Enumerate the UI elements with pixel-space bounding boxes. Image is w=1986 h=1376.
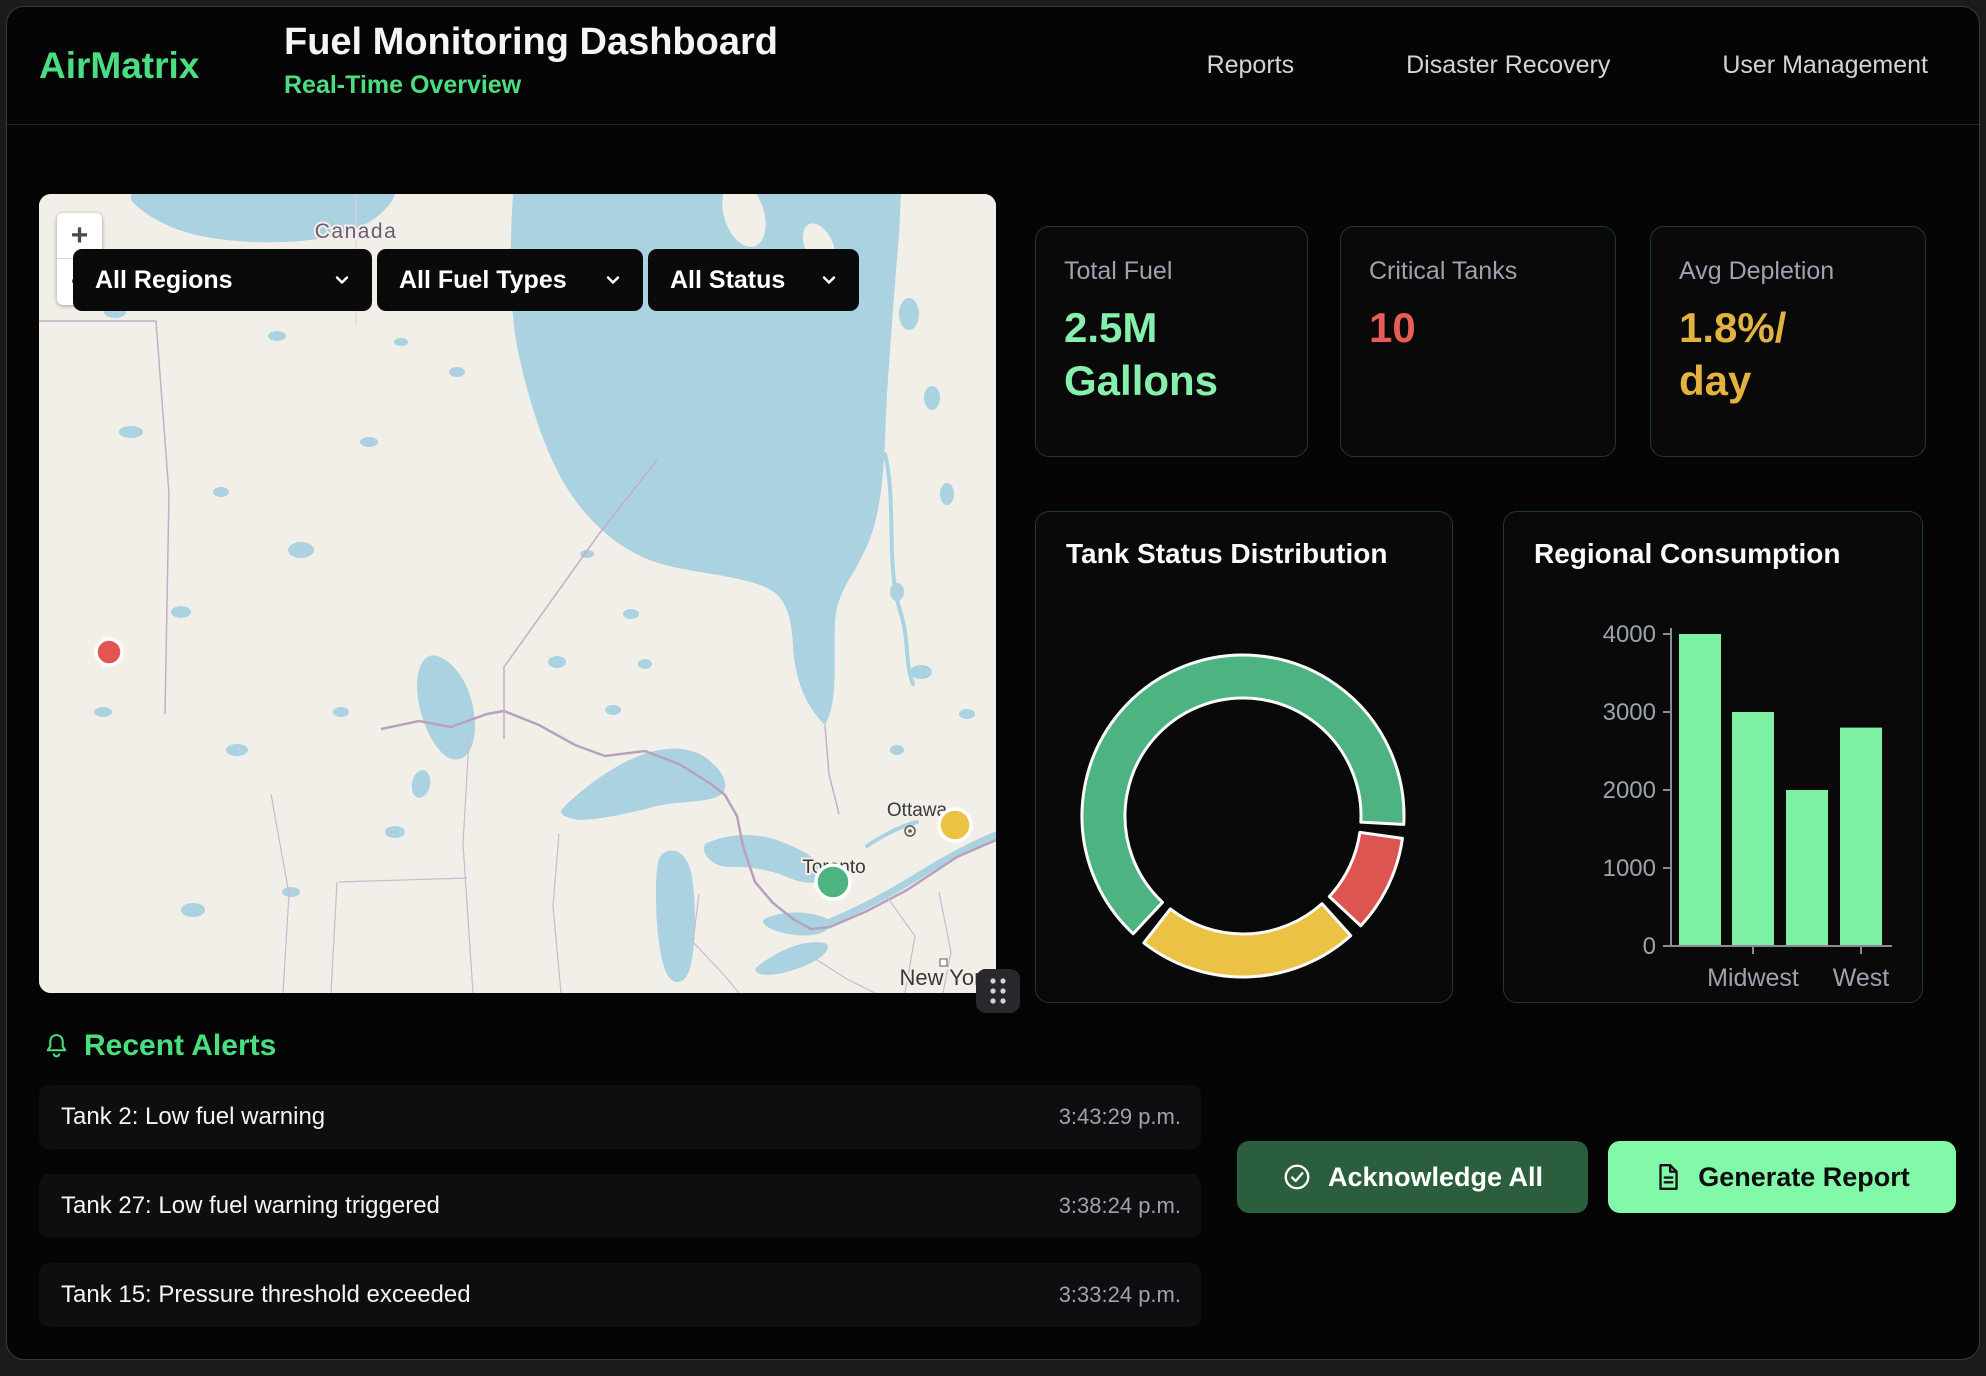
tank-marker-normal[interactable] bbox=[816, 865, 850, 899]
country-label: Canada bbox=[315, 220, 398, 243]
check-circle-icon bbox=[1282, 1162, 1312, 1192]
svg-text:2000: 2000 bbox=[1603, 777, 1656, 804]
app-logo: AirMatrix bbox=[39, 45, 199, 87]
chevron-down-icon bbox=[332, 270, 352, 290]
alert-text: Tank 2: Low fuel warning bbox=[61, 1103, 325, 1131]
status-filter-value: All Status bbox=[670, 266, 785, 295]
alert-row: Tank 15: Pressure threshold exceeded 3:3… bbox=[39, 1263, 1201, 1327]
map-panel[interactable]: Canada Ottawa Toronto New York + − bbox=[39, 194, 996, 993]
map-filters: All Regions All Fuel Types All Status bbox=[73, 249, 859, 311]
nav-item-user-management[interactable]: User Management bbox=[1722, 51, 1928, 80]
stat-label: Total Fuel bbox=[1064, 257, 1279, 286]
tank-status-donut-chart bbox=[1036, 512, 1453, 1003]
map-canvas[interactable]: Canada Ottawa Toronto New York bbox=[39, 194, 996, 993]
generate-report-button[interactable]: Generate Report bbox=[1608, 1141, 1956, 1213]
recent-alerts-heading: Recent Alerts bbox=[43, 1029, 276, 1063]
svg-text:Midwest: Midwest bbox=[1707, 964, 1799, 992]
city-label-ottawa: Ottawa bbox=[887, 800, 948, 821]
alert-time: 3:43:29 p.m. bbox=[1059, 1104, 1181, 1130]
svg-text:3000: 3000 bbox=[1603, 699, 1656, 726]
alert-row: Tank 2: Low fuel warning 3:43:29 p.m. bbox=[39, 1085, 1201, 1149]
tank-marker-critical[interactable] bbox=[96, 639, 122, 665]
stat-card-total-fuel: Total Fuel 2.5M Gallons bbox=[1035, 226, 1308, 457]
stat-card-avg-depletion: Avg Depletion 1.8%/ day bbox=[1650, 226, 1926, 457]
svg-text:4000: 4000 bbox=[1603, 621, 1656, 648]
header: AirMatrix Fuel Monitoring Dashboard Real… bbox=[7, 7, 1979, 125]
svg-text:0: 0 bbox=[1643, 933, 1656, 960]
generate-report-label: Generate Report bbox=[1698, 1162, 1910, 1193]
stat-value: 10 bbox=[1369, 302, 1587, 355]
chevron-down-icon bbox=[819, 270, 839, 290]
alert-text: Tank 15: Pressure threshold exceeded bbox=[61, 1281, 471, 1309]
fuel-type-filter-select[interactable]: All Fuel Types bbox=[377, 249, 643, 311]
region-filter-value: All Regions bbox=[95, 266, 233, 295]
title-block: Fuel Monitoring Dashboard Real-Time Over… bbox=[284, 21, 778, 100]
alert-text: Tank 27: Low fuel warning triggered bbox=[61, 1192, 440, 1220]
tank-marker-warning[interactable] bbox=[939, 809, 971, 841]
stat-value: 2.5M Gallons bbox=[1064, 302, 1279, 407]
svg-text:1000: 1000 bbox=[1603, 855, 1656, 882]
alert-row: Tank 27: Low fuel warning triggered 3:38… bbox=[39, 1174, 1201, 1238]
alert-time: 3:33:24 p.m. bbox=[1059, 1282, 1181, 1308]
alert-time: 3:38:24 p.m. bbox=[1059, 1193, 1181, 1219]
nav-item-reports[interactable]: Reports bbox=[1207, 51, 1295, 80]
nav-item-disaster-recovery[interactable]: Disaster Recovery bbox=[1406, 51, 1610, 80]
fuel-type-filter-value: All Fuel Types bbox=[399, 266, 567, 295]
stat-label: Critical Tanks bbox=[1369, 257, 1587, 286]
dashboard-app: AirMatrix Fuel Monitoring Dashboard Real… bbox=[6, 6, 1980, 1360]
status-filter-select[interactable]: All Status bbox=[648, 249, 859, 311]
main-nav: Reports Disaster Recovery User Managemen… bbox=[1207, 7, 1928, 124]
drag-dots-icon bbox=[987, 976, 1009, 1006]
acknowledge-all-label: Acknowledge All bbox=[1328, 1162, 1543, 1193]
tank-status-card: Tank Status Distribution bbox=[1035, 511, 1453, 1003]
region-filter-select[interactable]: All Regions bbox=[73, 249, 372, 311]
chevron-down-icon bbox=[603, 270, 623, 290]
map-drag-handle[interactable] bbox=[976, 969, 1020, 1013]
page-title: Fuel Monitoring Dashboard bbox=[284, 21, 778, 65]
stat-value: 1.8%/ day bbox=[1679, 302, 1897, 407]
page-subtitle: Real-Time Overview bbox=[284, 71, 778, 100]
document-icon bbox=[1654, 1162, 1682, 1192]
regional-consumption-bar-chart: 0 1000 2000 3000 4000 Midwest West bbox=[1504, 512, 1923, 1003]
stat-label: Avg Depletion bbox=[1679, 257, 1897, 286]
stat-card-critical-tanks: Critical Tanks 10 bbox=[1340, 226, 1616, 457]
recent-alerts-title: Recent Alerts bbox=[84, 1029, 276, 1063]
acknowledge-all-button[interactable]: Acknowledge All bbox=[1237, 1141, 1588, 1213]
regional-consumption-card: Regional Consumption 01000200030004000Mi… bbox=[1503, 511, 1923, 1003]
bell-icon bbox=[43, 1032, 70, 1061]
svg-text:West: West bbox=[1833, 964, 1890, 992]
